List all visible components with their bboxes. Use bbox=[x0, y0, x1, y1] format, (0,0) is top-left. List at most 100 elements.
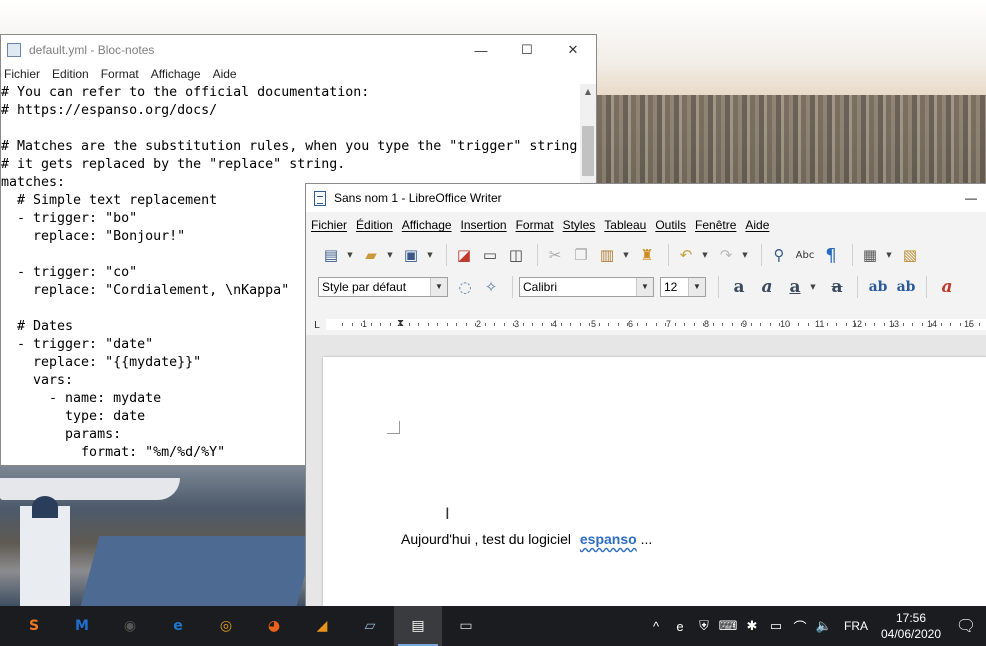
insert-image-icon[interactable]: ▧ bbox=[899, 244, 921, 266]
ruler-tick bbox=[874, 323, 875, 326]
menu-fichier[interactable]: Fichier bbox=[4, 67, 46, 81]
taskbar-app[interactable]: S bbox=[10, 606, 58, 646]
ruler-tick bbox=[646, 323, 647, 326]
formatting-marks-icon[interactable]: ¶ bbox=[820, 244, 842, 266]
taskbar-app[interactable]: ◎ bbox=[202, 606, 250, 646]
ruler-number: 2 bbox=[476, 319, 482, 329]
maximize-button[interactable]: ☐ bbox=[504, 42, 550, 58]
clone-formatting-icon[interactable]: ♜ bbox=[636, 244, 658, 266]
tab-stop-icon[interactable]: L bbox=[314, 320, 320, 331]
language-indicator[interactable]: FRA bbox=[836, 619, 876, 633]
superscript-button[interactable]: ab bbox=[864, 279, 892, 295]
ruler-tick bbox=[826, 323, 828, 326]
chevron-down-icon[interactable]: ▼ bbox=[741, 244, 749, 266]
taskbar-app[interactable]: M bbox=[58, 606, 106, 646]
menu-insertion[interactable]: Insertion bbox=[461, 218, 507, 232]
minimize-button[interactable]: — bbox=[458, 43, 504, 58]
subscript-button[interactable]: ab bbox=[892, 279, 920, 295]
notification-icon[interactable]: 🗨 bbox=[946, 616, 986, 636]
menu-outils[interactable]: Outils bbox=[655, 218, 686, 232]
underline-button[interactable]: a bbox=[781, 277, 809, 297]
misspelled-word[interactable]: espanso bbox=[580, 531, 637, 547]
taskbar-app[interactable]: e bbox=[154, 606, 202, 646]
usb-icon[interactable]: ⌨ bbox=[716, 618, 740, 634]
chevron-down-icon[interactable]: ▼ bbox=[430, 278, 447, 296]
redo-icon[interactable]: ↷ bbox=[715, 244, 737, 266]
menu-fichier[interactable]: Fichier bbox=[311, 218, 347, 232]
close-button[interactable]: ✕ bbox=[550, 42, 596, 58]
show-hidden-icons-icon[interactable]: ^ bbox=[644, 619, 668, 634]
chevron-down-icon[interactable]: ▼ bbox=[622, 244, 630, 266]
print-icon[interactable]: ▭ bbox=[479, 244, 501, 266]
chevron-down-icon[interactable]: ▼ bbox=[636, 278, 653, 296]
toolbar-separator bbox=[852, 244, 853, 266]
font-name-select[interactable]: Calibri ▼ bbox=[519, 277, 654, 297]
strikethrough-button[interactable]: a bbox=[823, 277, 851, 297]
toolbar-separator bbox=[446, 244, 447, 266]
chevron-down-icon[interactable]: ▼ bbox=[386, 244, 394, 266]
chevron-down-icon[interactable]: ▼ bbox=[885, 244, 893, 266]
open-folder-icon[interactable]: ▰ bbox=[360, 244, 382, 266]
chevron-down-icon[interactable]: ▼ bbox=[346, 244, 354, 266]
font-size-select[interactable]: 12 ▼ bbox=[660, 277, 706, 297]
spelling-icon[interactable]: Abc bbox=[794, 244, 816, 266]
taskbar-app[interactable]: ◉ bbox=[106, 606, 154, 646]
find-replace-icon[interactable]: ⚲ bbox=[768, 244, 790, 266]
menu-styles[interactable]: Styles bbox=[563, 218, 596, 232]
copy-icon[interactable]: ❐ bbox=[570, 244, 592, 266]
document-paragraph[interactable]: Aujourd'hui , test du logiciel espanso .… bbox=[401, 531, 652, 547]
menu-affichage[interactable]: Affichage bbox=[402, 218, 452, 232]
cut-icon[interactable]: ✂ bbox=[544, 244, 566, 266]
clear-formatting-button[interactable]: a bbox=[933, 277, 961, 297]
menu-aide[interactable]: Aide bbox=[745, 218, 769, 232]
horizontal-ruler[interactable]: L ⧗ 123456789101112131415 bbox=[306, 315, 986, 335]
taskbar-app[interactable]: ▱ bbox=[346, 606, 394, 646]
insert-table-icon[interactable]: ▦ bbox=[859, 244, 881, 266]
chevron-down-icon[interactable]: ▼ bbox=[701, 244, 709, 266]
bluetooth-icon[interactable]: ✱ bbox=[740, 618, 764, 634]
edge-tray-icon[interactable]: e bbox=[668, 619, 692, 634]
menu-edition[interactable]: Édition bbox=[356, 218, 393, 232]
chevron-down-icon[interactable]: ▼ bbox=[688, 278, 705, 296]
ruler-tick bbox=[456, 323, 457, 326]
ruler-tick bbox=[627, 323, 628, 326]
scroll-up-icon[interactable]: ▲ bbox=[580, 84, 596, 100]
wifi-icon[interactable]: ⌒ bbox=[788, 617, 812, 636]
writer-titlebar[interactable]: Sans nom 1 - LibreOffice Writer — bbox=[306, 184, 986, 212]
menu-aide[interactable]: Aide bbox=[213, 67, 243, 81]
ruler-tick bbox=[437, 323, 438, 326]
bold-button[interactable]: a bbox=[725, 277, 753, 297]
taskbar-app[interactable]: ◢ bbox=[298, 606, 346, 646]
menu-edition[interactable]: Edition bbox=[52, 67, 95, 81]
menu-fenetre[interactable]: Fenêtre bbox=[695, 218, 736, 232]
chevron-down-icon[interactable]: ▼ bbox=[426, 244, 434, 266]
update-style-icon[interactable]: ◌ bbox=[454, 276, 476, 298]
volume-icon[interactable]: 🔈 bbox=[812, 618, 836, 634]
print-preview-icon[interactable]: ◫ bbox=[505, 244, 527, 266]
new-document-icon[interactable]: ▤ bbox=[320, 244, 342, 266]
undo-icon[interactable]: ↶ bbox=[675, 244, 697, 266]
menu-tableau[interactable]: Tableau bbox=[604, 218, 646, 232]
clock[interactable]: 17:56 04/06/2020 bbox=[876, 610, 946, 642]
chevron-down-icon[interactable]: ▼ bbox=[809, 276, 817, 298]
scrollbar-thumb[interactable] bbox=[582, 126, 594, 176]
paste-icon[interactable]: ▥ bbox=[596, 244, 618, 266]
italic-button[interactable]: a bbox=[753, 277, 781, 297]
battery-icon[interactable]: ▭ bbox=[764, 618, 788, 634]
document-page[interactable]: I Aujourd'hui , test du logiciel espanso… bbox=[323, 357, 986, 606]
save-icon[interactable]: ▣ bbox=[400, 244, 422, 266]
taskbar-app[interactable]: ▭ bbox=[442, 606, 490, 646]
menu-format[interactable]: Format bbox=[516, 218, 554, 232]
paragraph-style-select[interactable]: Style par défaut ▼ bbox=[318, 277, 448, 297]
menu-affichage[interactable]: Affichage bbox=[151, 67, 207, 81]
notepad-line: # it gets replaced by the "replace" stri… bbox=[1, 157, 346, 172]
security-shield-icon[interactable]: ⛨ bbox=[692, 618, 716, 634]
edge-icon: e bbox=[173, 618, 183, 634]
taskbar-app[interactable]: ▤ bbox=[394, 606, 442, 646]
writer-minimize-button[interactable]: — bbox=[956, 191, 986, 205]
menu-format[interactable]: Format bbox=[101, 67, 145, 81]
export-pdf-icon[interactable]: ◪ bbox=[453, 244, 475, 266]
new-style-icon[interactable]: ✧ bbox=[480, 276, 502, 298]
notepad-titlebar[interactable]: default.yml - Bloc-notes — ☐ ✕ bbox=[1, 35, 596, 65]
taskbar-app[interactable]: ◕ bbox=[250, 606, 298, 646]
